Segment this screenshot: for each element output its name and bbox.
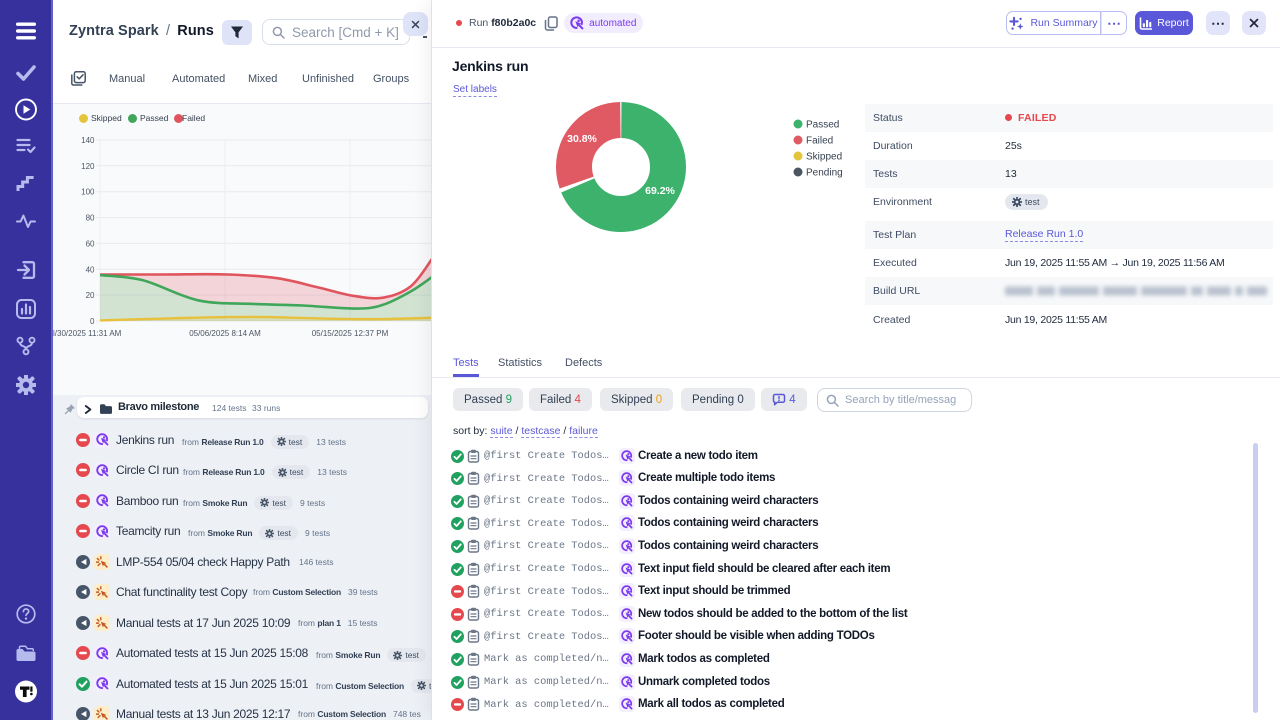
svg-text:60: 60	[86, 239, 95, 248]
svg-text:120: 120	[81, 161, 95, 170]
svg-text:l/30/2025 11:31 AM: l/30/2025 11:31 AM	[53, 329, 122, 338]
svg-text:0: 0	[90, 317, 95, 326]
svg-text:20: 20	[86, 291, 95, 300]
svg-text:05/06/2025 8:14 AM: 05/06/2025 8:14 AM	[189, 329, 261, 338]
svg-text:80: 80	[86, 213, 95, 222]
svg-text:Failed: Failed	[806, 136, 833, 147]
svg-text:100: 100	[81, 187, 95, 196]
svg-text:05/15/2025 12:37 PM: 05/15/2025 12:37 PM	[312, 329, 389, 338]
svg-text:Pending: Pending	[806, 168, 843, 179]
svg-text:Passed: Passed	[806, 120, 839, 131]
svg-text:69.2%: 69.2%	[645, 185, 675, 197]
svg-text:140: 140	[81, 136, 95, 145]
svg-text:Skipped: Skipped	[806, 152, 842, 163]
svg-text:30.8%: 30.8%	[567, 133, 597, 145]
svg-text:40: 40	[86, 265, 95, 274]
